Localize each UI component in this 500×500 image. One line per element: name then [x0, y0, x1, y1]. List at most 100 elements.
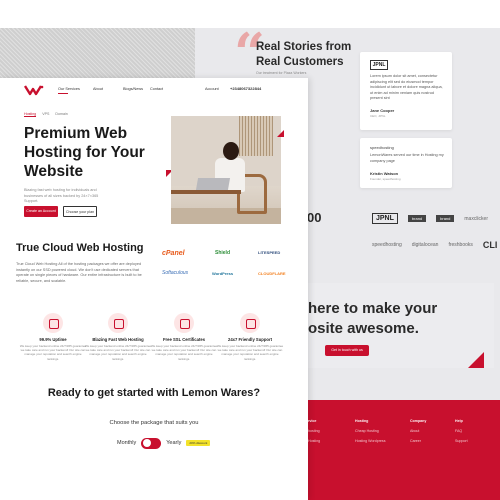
- footer-link[interactable]: hosting: [308, 426, 320, 436]
- page-stage: “ Real Stories from Real Customers Our t…: [0, 0, 500, 500]
- hero-image-desk: [171, 190, 241, 194]
- partner-logo-cpanel: cPanel: [162, 250, 185, 257]
- tab-domain[interactable]: Domain: [55, 112, 67, 117]
- feature-card: Blazing Fast Web Hosting We keep your ba…: [83, 313, 153, 361]
- footer-link[interactable]: FAQ: [455, 426, 468, 436]
- feature-description: We keep your backend online 24/7/365 gua…: [150, 344, 218, 361]
- speed-icon: [108, 313, 128, 333]
- nav-blogs-news[interactable]: Blogs/News: [123, 87, 143, 91]
- testimonial-card: JPNL Lorem ipsum dolor sit amet, consect…: [360, 52, 452, 130]
- testimonial-role: Founder, speedhosting: [370, 177, 401, 181]
- choose-plan-button[interactable]: Choose your plan: [63, 206, 97, 217]
- footer-link[interactable]: Hosting: [308, 436, 320, 446]
- footer-link[interactable]: Hosting Wordpress: [355, 436, 386, 446]
- client-logo: brand: [436, 215, 455, 222]
- client-logo: digitalocean: [411, 242, 439, 248]
- get-in-touch-button[interactable]: Get in touch with us: [325, 345, 369, 356]
- hero-tabs: Hosting VPS Domain: [24, 112, 68, 117]
- client-logo: freshbooks: [448, 242, 473, 248]
- hero-title: Premium Web Hosting for Your Website: [24, 125, 145, 180]
- feature-description: We keep your backend online 24/7/365 gua…: [216, 344, 284, 361]
- feature-description: We keep your backend online 24/7/365 gua…: [84, 344, 152, 361]
- tab-vps[interactable]: VPS: [42, 112, 49, 117]
- testimonial-logo: speedhosting: [370, 145, 394, 150]
- create-account-button[interactable]: Create an Account: [24, 206, 58, 217]
- footer-heading: Hosting: [355, 419, 369, 423]
- hero-image-laptop: [195, 178, 231, 190]
- decor-triangle: [277, 130, 284, 137]
- nav-active-indicator: [58, 93, 68, 94]
- footer-link[interactable]: Support: [455, 436, 468, 446]
- nav-contact[interactable]: Contact: [150, 87, 163, 91]
- feature-title: Blazing Fast Web Hosting: [92, 337, 144, 342]
- footer-column: Hosting Cheap Hosting Hosting Wordpress: [355, 416, 386, 446]
- footer-link[interactable]: About: [410, 426, 426, 436]
- testimonial-card: speedhosting LemonWares served our time …: [360, 138, 452, 188]
- feature-card: 99.9% Uptime We keep your backend online…: [18, 313, 88, 361]
- testimonial-role: CEO, JPNL: [370, 114, 386, 118]
- hero-image: [171, 116, 281, 224]
- cta-line: here to make your: [308, 300, 438, 317]
- hero-description: Blazing fast web hosting for individuals…: [24, 188, 99, 203]
- top-nav: Our Services About Blogs/News Contact Ac…: [0, 78, 308, 102]
- footer-heading: Company: [410, 419, 427, 423]
- pricing-subtitle: Choose the package that suits you: [109, 420, 199, 426]
- billing-toggle[interactable]: [141, 437, 162, 449]
- uptime-icon: [43, 313, 63, 333]
- footer-link[interactable]: Cheap Hosting: [355, 426, 386, 436]
- feature-description: We keep your backend online 24/7/365 gua…: [19, 344, 87, 361]
- footer-link[interactable]: Career: [410, 436, 426, 446]
- client-logo: speedhosting: [372, 242, 402, 248]
- footer-heading: rvice: [308, 419, 317, 423]
- partner-logo-shield: Shield: [215, 250, 231, 256]
- nav-about[interactable]: About: [93, 87, 103, 91]
- client-logo: maxclicker: [464, 215, 488, 222]
- tab-hosting[interactable]: Hosting: [24, 112, 37, 117]
- testimonials-subtitle: Our treatment for Plaza Workers: [256, 71, 307, 75]
- client-logo: brand: [407, 215, 427, 222]
- lemonwares-logo[interactable]: [24, 84, 44, 96]
- back-pattern-band: [0, 28, 195, 80]
- toggle-knob: [142, 439, 151, 447]
- client-logo: JPNL: [372, 213, 398, 224]
- yearly-label[interactable]: Yearly: [166, 440, 181, 446]
- client-logo: CLI: [482, 240, 498, 250]
- feature-card: 24x7 Friendly Support We keep your backe…: [215, 313, 285, 361]
- cloud-hosting-title: True Cloud Web Hosting: [16, 242, 144, 254]
- cloud-hosting-description: True Cloud Web Hosting All of the hostin…: [16, 262, 142, 284]
- support-icon: [240, 313, 260, 333]
- decor-triangle: [468, 352, 484, 368]
- testimonial-name: Kristin Watson: [370, 171, 399, 176]
- client-logos-row: JPNL brand brand maxclicker: [372, 213, 488, 224]
- cta-heading: here to make your osite awesome.: [308, 299, 437, 339]
- cta-line: osite awesome.: [308, 320, 419, 337]
- partner-logo-litespeed: LITESPEED: [258, 250, 281, 255]
- partner-logo-cloudflare: CLOUDFLARE: [258, 271, 286, 276]
- home-page: Our Services About Blogs/News Contact Ac…: [0, 78, 308, 500]
- footer-column: Company About Career: [410, 416, 426, 446]
- monthly-label[interactable]: Monthly: [117, 440, 136, 446]
- nav-our-services[interactable]: Our Services: [58, 87, 80, 91]
- footer-column: rvice hosting Hosting: [308, 416, 320, 446]
- discount-badge: 20% discount: [186, 440, 211, 446]
- feature-card: Free SSL Certificates We keep your backe…: [149, 313, 219, 361]
- stat-number: 00: [307, 210, 322, 225]
- client-logos-row: speedhosting digitalocean freshbooks CLI: [372, 240, 497, 250]
- hero-image-person-head: [223, 142, 239, 160]
- ssl-icon: [174, 313, 194, 333]
- footer-column: Help FAQ Support: [455, 416, 468, 446]
- billing-toggle-row: Monthly Yearly 20% discount: [117, 436, 211, 450]
- testimonials-title: Real Stories from Real Customers: [256, 41, 352, 68]
- partner-logo-wordpress: WordPress: [212, 271, 234, 276]
- feature-title: 24x7 Friendly Support: [228, 337, 272, 342]
- nav-phone[interactable]: +2348067322844: [230, 86, 261, 91]
- nav-account[interactable]: Account: [205, 87, 219, 91]
- testimonial-text: Lorem ipsum dolor sit amet, consectetur …: [370, 74, 443, 100]
- hero-image-macrame: [239, 116, 273, 156]
- testimonial-name: Jane Cooper: [370, 108, 395, 113]
- feature-title: 99.9% Uptime: [39, 337, 67, 342]
- partner-logo-softaculous: Softaculous: [162, 270, 189, 276]
- pricing-title: Ready to get started with Lemon Wares?: [47, 387, 261, 399]
- feature-title: Free SSL Certificates: [162, 337, 206, 342]
- footer-heading: Help: [455, 419, 463, 423]
